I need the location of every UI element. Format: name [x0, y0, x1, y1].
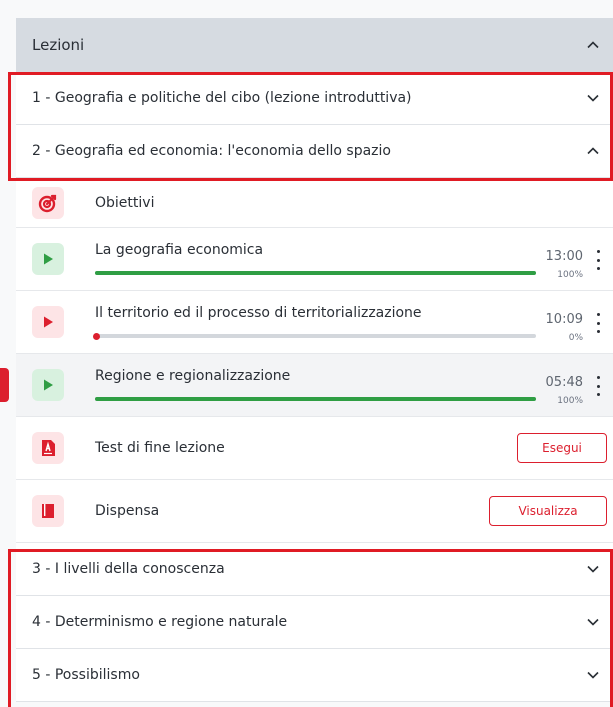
progress-fill	[95, 397, 536, 401]
chevron-up-icon[interactable]	[585, 143, 601, 159]
section-label: 3 - I livelli della conoscenza	[32, 561, 225, 577]
lesson-item-video-active[interactable]: Regione e regionalizzazione 05:48 100%	[0, 354, 613, 417]
section-label: 4 - Determinismo e regione naturale	[32, 614, 288, 630]
active-indicator	[0, 368, 9, 402]
more-options-icon[interactable]	[595, 250, 601, 270]
lessons-header[interactable]: Lezioni	[16, 18, 613, 72]
lesson-item-label: Dispensa	[95, 503, 160, 519]
section-row-1[interactable]: 1 - Geografia e politiche del cibo (lezi…	[16, 72, 613, 125]
lesson-item-video[interactable]: La geografia economica 13:00 100%	[16, 228, 613, 291]
section-row-3[interactable]: 3 - I livelli della conoscenza	[16, 543, 613, 596]
play-icon[interactable]	[32, 243, 64, 275]
section-row-4[interactable]: 4 - Determinismo e regione naturale	[16, 596, 613, 649]
lesson-item-label: Obiettivi	[95, 194, 155, 211]
progress-percent: 100%	[557, 396, 583, 406]
lesson-item-label: Test di fine lezione	[95, 440, 225, 456]
progress-fill	[95, 271, 536, 275]
lesson-item-handout[interactable]: Dispensa Visualizza	[16, 480, 613, 543]
test-icon	[32, 432, 64, 464]
section-label: 5 - Possibilismo	[32, 667, 140, 683]
progress-bar	[93, 332, 536, 340]
section-row-2[interactable]: 2 - Geografia ed economia: l'economia de…	[16, 125, 613, 178]
lessons-panel: Lezioni 1 - Geografia e politiche del ci…	[0, 18, 613, 702]
chevron-down-icon[interactable]	[585, 90, 601, 106]
chevron-down-icon[interactable]	[585, 614, 601, 630]
section-label: 1 - Geografia e politiche del cibo (lezi…	[32, 90, 412, 106]
lesson-item-label: La geografia economica	[95, 242, 264, 258]
progress-dot	[93, 332, 100, 340]
view-handout-button[interactable]: Visualizza	[489, 496, 607, 526]
more-options-icon[interactable]	[595, 376, 601, 396]
duration: 13:00	[545, 249, 583, 264]
duration: 10:09	[545, 312, 583, 327]
lesson-items: Obiettivi La geografia economica 13:00 1…	[0, 178, 613, 543]
play-icon[interactable]	[32, 369, 64, 401]
lesson-item-test[interactable]: Test di fine lezione Esegui	[16, 417, 613, 480]
chevron-down-icon[interactable]	[585, 667, 601, 683]
more-options-icon[interactable]	[595, 313, 601, 333]
section-row-5[interactable]: 5 - Possibilismo	[16, 649, 613, 702]
progress-percent: 100%	[557, 270, 583, 280]
target-icon	[32, 186, 64, 219]
chevron-down-icon[interactable]	[585, 561, 601, 577]
run-test-button[interactable]: Esegui	[517, 433, 607, 463]
book-icon	[32, 495, 64, 527]
lesson-item-video[interactable]: Il territorio ed il processo di territor…	[16, 291, 613, 354]
progress-percent: 0%	[568, 333, 583, 343]
play-icon[interactable]	[32, 306, 64, 338]
lesson-item-label: Regione e regionalizzazione	[95, 368, 291, 384]
lessons-title: Lezioni	[32, 36, 85, 54]
progress-bar	[95, 271, 536, 275]
progress-bar	[95, 397, 536, 401]
chevron-up-icon[interactable]	[585, 37, 601, 53]
section-label: 2 - Geografia ed economia: l'economia de…	[32, 143, 391, 159]
duration: 05:48	[545, 375, 583, 390]
lesson-item-label: Il territorio ed il processo di territor…	[95, 305, 422, 321]
lesson-item-objectives[interactable]: Obiettivi	[16, 178, 613, 228]
